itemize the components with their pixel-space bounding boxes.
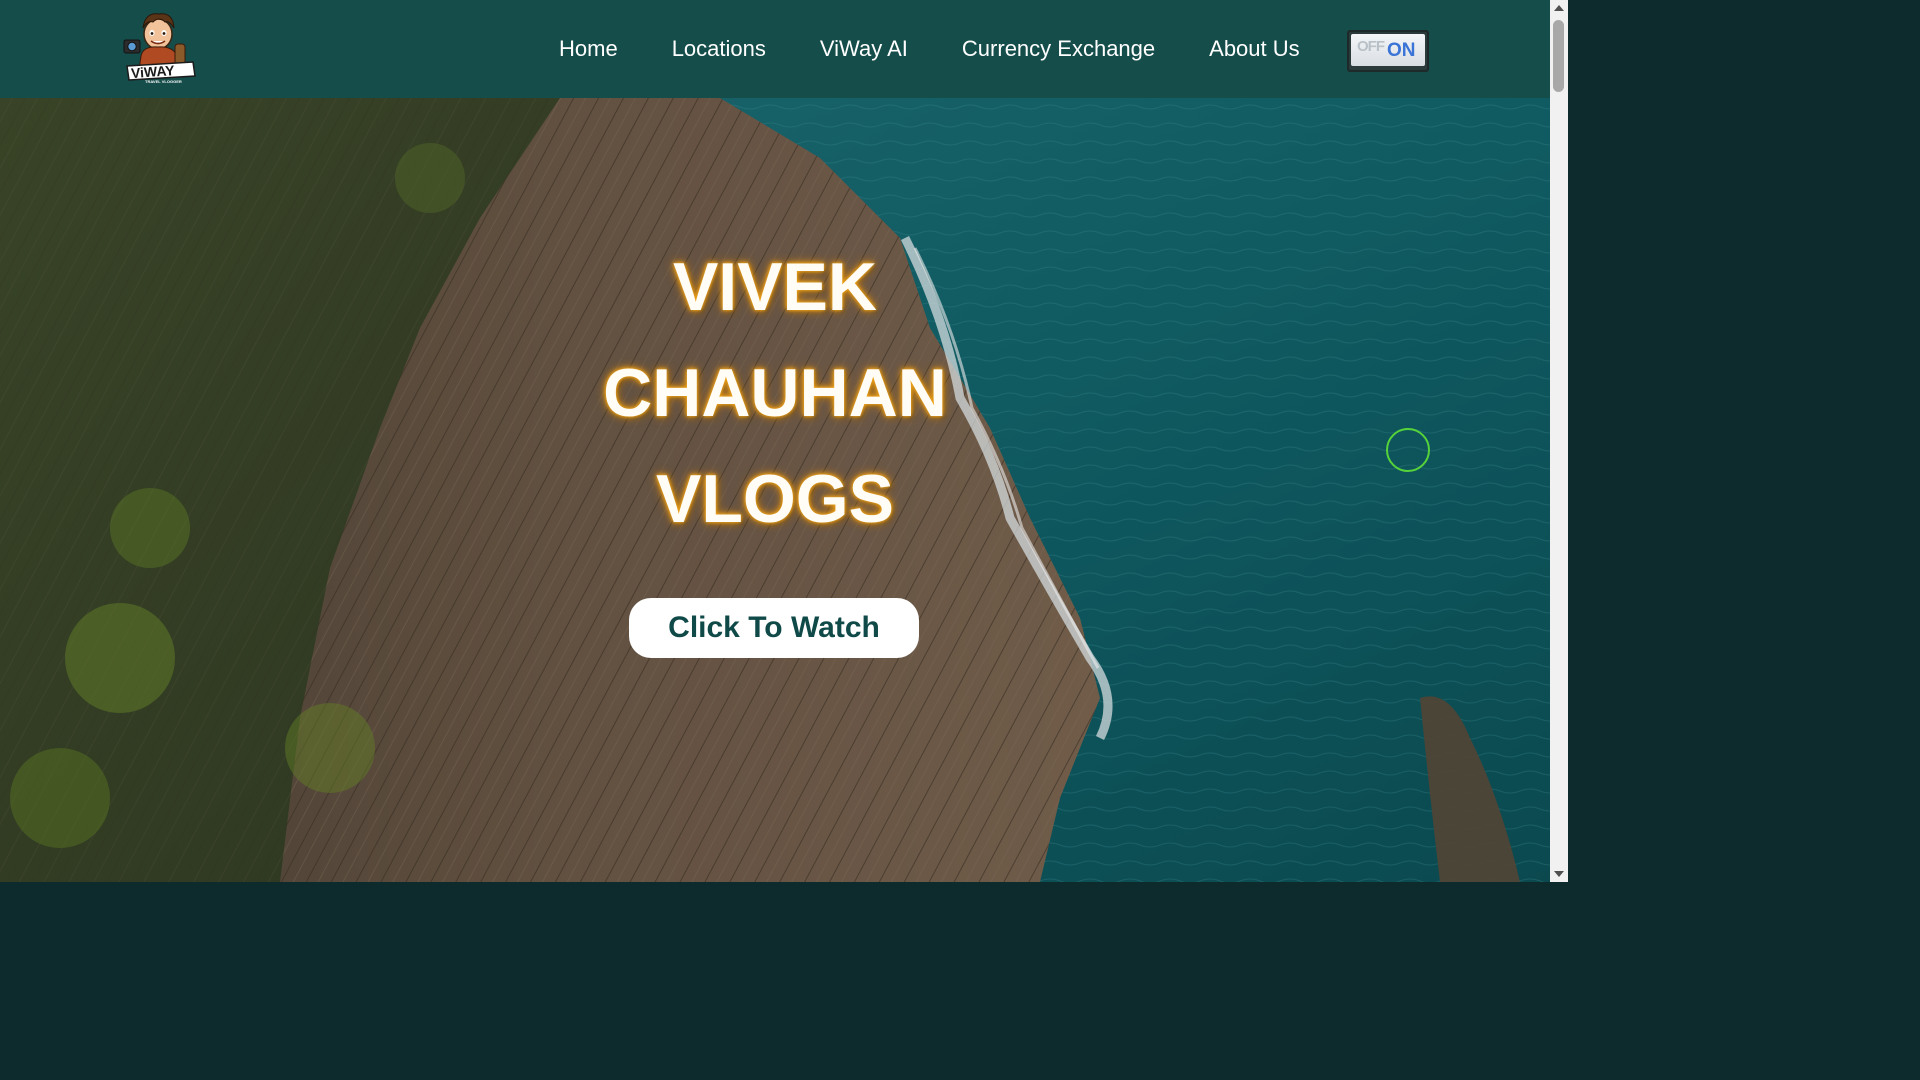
cursor-ring-icon <box>1386 428 1430 472</box>
navbar: ViWAY TRAVEL VLOGGER Home Locations ViWa… <box>0 0 1550 98</box>
viway-logo-icon: ViWAY TRAVEL VLOGGER <box>123 13 196 84</box>
theme-toggle-switch[interactable]: OFF ON <box>1347 30 1429 72</box>
toggle-off-label: OFF <box>1357 38 1385 55</box>
toggle-on-label: ON <box>1387 40 1416 61</box>
scroll-thumb[interactable] <box>1553 20 1564 92</box>
hero-title-line-3: VLOGS <box>655 461 895 537</box>
nav-viway-ai[interactable]: ViWay AI <box>793 36 935 62</box>
vertical-scrollbar[interactable] <box>1550 0 1568 882</box>
main-nav: Home Locations ViWay AI Currency Exchang… <box>532 0 1327 98</box>
hero-title: VIVEK CHAUHAN VLOGS <box>0 234 1550 552</box>
page: ViWAY TRAVEL VLOGGER Home Locations ViWa… <box>0 0 1568 882</box>
hero-title-line-1: VIVEK <box>672 249 878 325</box>
click-to-watch-button[interactable]: Click To Watch <box>629 598 919 658</box>
nav-about-us[interactable]: About Us <box>1182 36 1327 62</box>
svg-text:TRAVEL VLOGGER: TRAVEL VLOGGER <box>145 79 182 84</box>
scroll-down-arrow-icon[interactable] <box>1554 871 1564 877</box>
nav-locations[interactable]: Locations <box>645 36 793 62</box>
scroll-up-arrow-icon[interactable] <box>1554 5 1564 11</box>
toggle-face: OFF ON <box>1351 34 1425 66</box>
hero-title-line-2: CHAUHAN <box>603 355 947 431</box>
logo[interactable]: ViWAY TRAVEL VLOGGER <box>121 10 199 84</box>
nav-currency-exchange[interactable]: Currency Exchange <box>935 36 1182 62</box>
nav-home[interactable]: Home <box>532 36 645 62</box>
hero-section: VIVEK CHAUHAN VLOGS Click To Watch <box>0 98 1550 882</box>
